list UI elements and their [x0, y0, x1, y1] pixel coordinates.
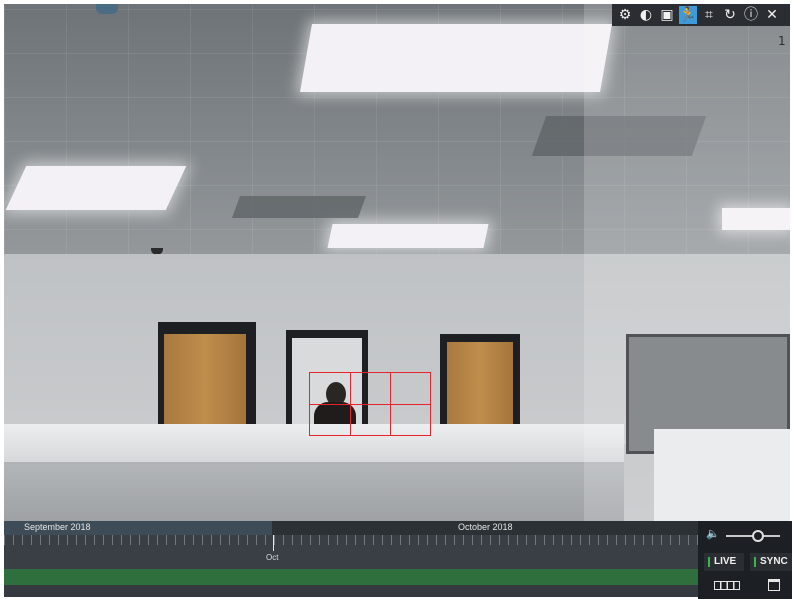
live-button[interactable]: LIVE	[704, 553, 744, 571]
ceiling-light	[5, 166, 187, 210]
timeline-cursor-label: Oct	[266, 553, 279, 562]
close-icon[interactable]: ✕	[763, 6, 781, 24]
motion-cell	[309, 404, 351, 436]
viewer-toolbar: ⚙ ◐ ▣ 🏃 ⌗ ↻ ⓘ ✕	[612, 4, 790, 26]
motion-detection-grid	[309, 372, 431, 436]
volume-knob[interactable]	[752, 530, 765, 542]
timeline-ticks	[4, 535, 698, 545]
snapshot-icon[interactable]: ▣	[658, 6, 676, 24]
timeline-cursor[interactable]	[273, 535, 274, 551]
timeline-scroll[interactable]	[4, 585, 698, 597]
timeline[interactable]: September 2018 October 2018 Oct	[4, 521, 698, 597]
recording-track[interactable]	[4, 569, 698, 585]
ceiling-panel	[231, 196, 367, 218]
ceiling-light	[327, 224, 489, 248]
motion-cell	[309, 372, 351, 405]
sync-button[interactable]: SYNC	[750, 553, 792, 571]
playback-controls: 🔈 LIVE SYNC	[698, 521, 792, 599]
side-overlay	[584, 4, 790, 521]
volume-icon[interactable]: 🔈	[706, 527, 720, 540]
motion-icon[interactable]: 🏃	[679, 6, 697, 24]
contrast-icon[interactable]: ◐	[637, 6, 655, 24]
ceiling-light	[300, 24, 612, 92]
calendar-icon[interactable]	[768, 579, 780, 591]
layout-grid-icon[interactable]	[714, 581, 740, 590]
motion-cell	[390, 404, 431, 436]
settings-icon[interactable]: ⚙	[616, 6, 634, 24]
motion-cell	[350, 372, 391, 405]
rotate-icon[interactable]: ↻	[721, 6, 739, 24]
motion-cell	[390, 372, 431, 405]
timeline-month-label: October 2018	[458, 522, 513, 532]
fit-screen-icon[interactable]: ⌗	[700, 6, 718, 24]
top-handle[interactable]	[96, 4, 118, 14]
counter-front	[4, 464, 624, 521]
camera-viewer[interactable]: 1	[4, 4, 790, 521]
motion-cell	[350, 404, 391, 436]
timeline-month-bar: September 2018 October 2018	[4, 521, 698, 535]
timeline-month-label: September 2018	[24, 522, 91, 532]
info-icon[interactable]: ⓘ	[742, 6, 760, 24]
door-panel	[447, 342, 513, 426]
camera-number: 1	[778, 34, 786, 48]
